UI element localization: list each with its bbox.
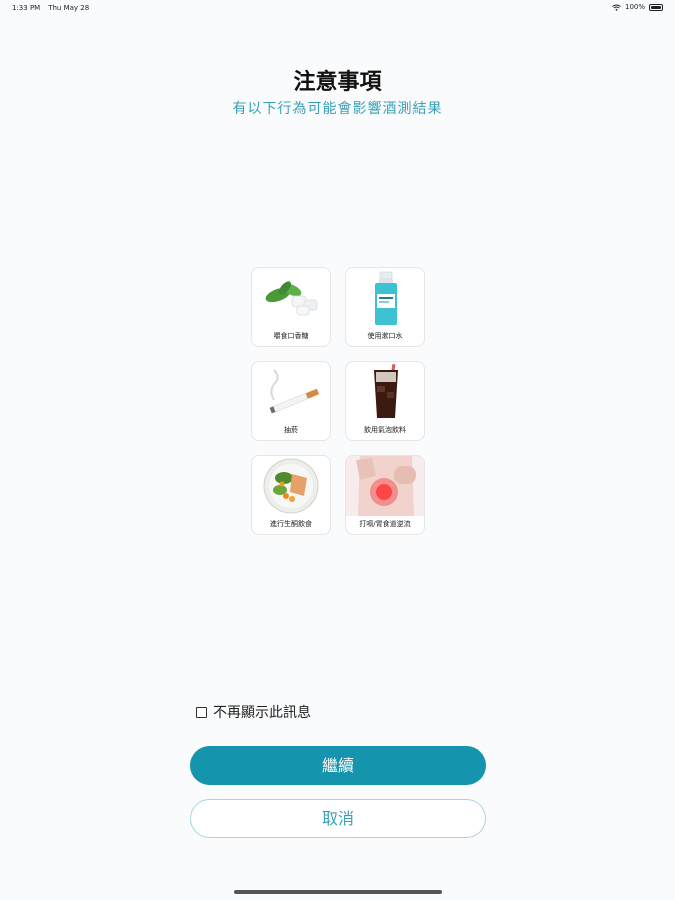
- wifi-icon: [612, 4, 621, 11]
- status-bar: 1:33 PM Thu May 28 100%: [0, 0, 675, 18]
- card-label: 飲用氣泡飲料: [364, 426, 406, 434]
- card-soda: 飲用氣泡飲料: [345, 361, 425, 441]
- battery-percent: 100%: [624, 3, 645, 11]
- home-indicator: [234, 890, 442, 894]
- battery-icon: [649, 3, 663, 11]
- card-mouthwash: 使用漱口水: [345, 267, 425, 347]
- cigarette-icon: [269, 369, 320, 414]
- card-label: 使用漱口水: [367, 332, 403, 340]
- page-title: 注意事項: [293, 70, 382, 95]
- card-label: 打嗝/胃食道逆流: [359, 520, 411, 528]
- cautions-grid: 嚼食口香糖 使用漱口水 抽菸 飲用氣泡飲料 進行生酮飲食 打嗝/胃食道逆流: [251, 267, 425, 535]
- mouthwash-icon: [375, 271, 397, 325]
- card-label: 進行生酮飲食: [270, 520, 312, 528]
- acid-reflux-icon: [346, 456, 424, 516]
- card-label: 嚼食口香糖: [273, 332, 309, 340]
- card-chewing-gum: 嚼食口香糖: [251, 267, 331, 347]
- dont-show-again-row[interactable]: 不再顯示此訊息: [196, 702, 311, 722]
- page-subtitle: 有以下行為可能會影響酒測結果: [232, 101, 443, 117]
- dont-show-again-label[interactable]: 不再顯示此訊息: [213, 702, 311, 722]
- status-date: Thu May 28: [48, 4, 90, 12]
- card-label: 抽菸: [284, 426, 298, 434]
- page: 1:33 PM Thu May 28 100% 注意事項 有以下行為可能會影響酒…: [0, 0, 675, 900]
- soda-glass-icon: [374, 363, 398, 418]
- status-time: 1:33 PM: [12, 4, 41, 12]
- card-acid-reflux: 打嗝/胃食道逆流: [345, 455, 425, 535]
- cancel-button[interactable]: 取消: [190, 799, 486, 838]
- card-keto: 進行生酮飲食: [251, 455, 331, 535]
- status-right: 100%: [612, 3, 663, 11]
- card-smoking: 抽菸: [251, 361, 331, 441]
- gum-mint-icon: [265, 281, 318, 316]
- status-left: 1:33 PM Thu May 28: [12, 4, 89, 12]
- dont-show-again-checkbox[interactable]: [196, 706, 207, 718]
- keto-meal-icon: [263, 458, 319, 514]
- continue-button[interactable]: 繼續: [190, 746, 486, 785]
